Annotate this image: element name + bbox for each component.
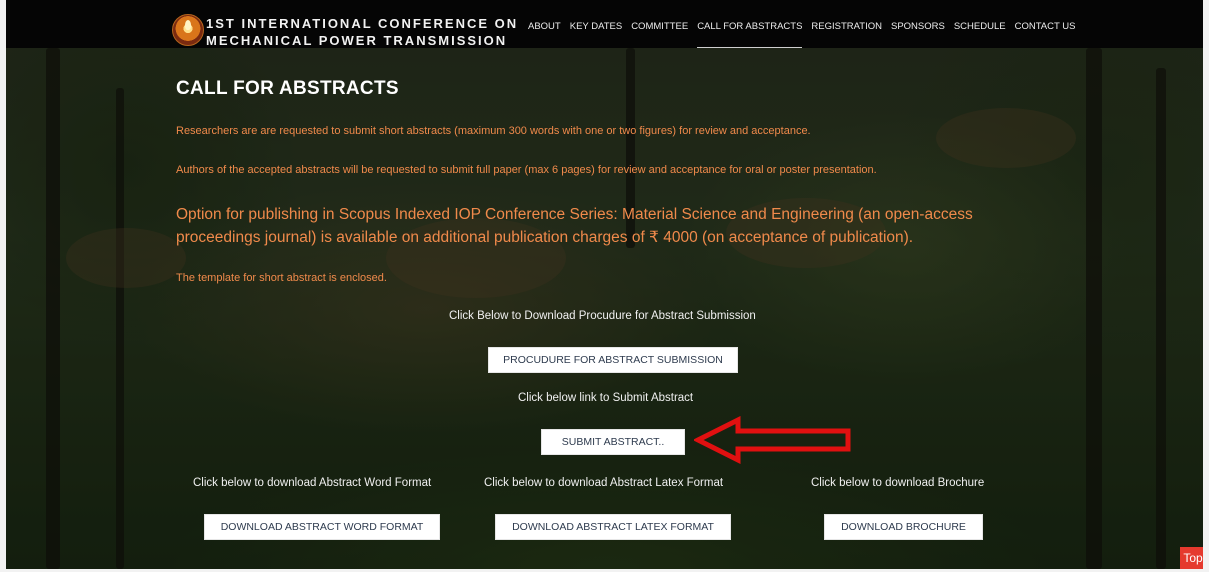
- nav-contact-us[interactable]: CONTACT US: [1015, 21, 1076, 41]
- right-border: [1203, 0, 1209, 572]
- nav-about[interactable]: ABOUT: [528, 21, 561, 41]
- intro-paragraph-2: Authors of the accepted abstracts will b…: [176, 164, 877, 176]
- intro-paragraph-1: Researchers are are requested to submit …: [176, 125, 811, 137]
- procedure-download-button[interactable]: PROCUDURE FOR ABSTRACT SUBMISSION: [488, 347, 738, 373]
- procedure-label: Click Below to Download Procudure for Ab…: [449, 310, 756, 322]
- publishing-option-paragraph: Option for publishing in Scopus Indexed …: [176, 206, 973, 246]
- download-brochure-button[interactable]: DOWNLOAD BROCHURE: [824, 514, 983, 540]
- submit-abstract-label: Click below link to Submit Abstract: [518, 392, 694, 404]
- nav-committee[interactable]: COMMITTEE: [631, 21, 688, 41]
- nav-call-for-abstracts[interactable]: CALL FOR ABSTRACTS: [697, 21, 803, 48]
- download-word-format-button[interactable]: DOWNLOAD ABSTRACT WORD FORMAT: [204, 514, 440, 540]
- page-title: CALL FOR ABSTRACTS: [176, 78, 399, 99]
- download-latex-format-button[interactable]: DOWNLOAD ABSTRACT LATEX FORMAT: [495, 514, 731, 540]
- submit-abstract-button[interactable]: SUBMIT ABSTRACT..: [541, 429, 685, 455]
- red-arrow-left-icon: [694, 416, 851, 464]
- site-title-line-2[interactable]: MECHANICAL POWER TRANSMISSION: [206, 33, 507, 48]
- nav-registration[interactable]: REGISTRATION: [811, 21, 882, 41]
- conference-logo-icon[interactable]: [172, 14, 204, 46]
- nav-sponsors[interactable]: SPONSORS: [891, 21, 945, 41]
- word-format-label: Click below to download Abstract Word Fo…: [193, 477, 432, 489]
- brochure-label: Click below to download Brochure: [811, 477, 985, 489]
- logo-flame: [185, 20, 191, 30]
- template-note: The template for short abstract is enclo…: [176, 272, 387, 284]
- nav-schedule[interactable]: SCHEDULE: [954, 21, 1006, 41]
- left-border: [0, 0, 6, 572]
- latex-format-label: Click below to download Abstract Latex F…: [484, 477, 724, 489]
- nav-key-dates[interactable]: KEY DATES: [570, 21, 622, 41]
- site-title-line-1[interactable]: 1ST INTERNATIONAL CONFERENCE ON: [206, 16, 518, 31]
- browser-viewport: 1ST INTERNATIONAL CONFERENCE ON MECHANIC…: [0, 0, 1209, 572]
- main-navigation: ABOUT KEY DATES COMMITTEE CALL FOR ABSTR…: [528, 21, 1084, 48]
